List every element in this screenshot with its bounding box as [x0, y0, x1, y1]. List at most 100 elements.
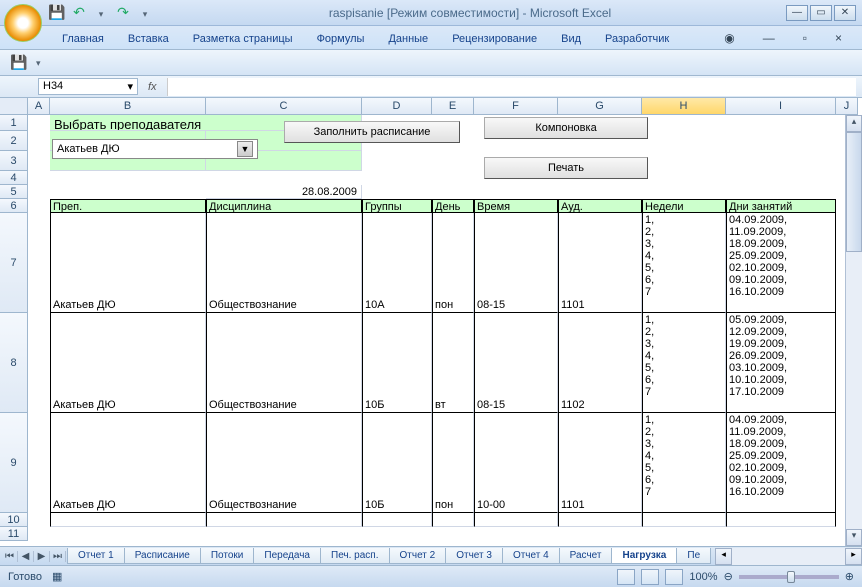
zoom-slider[interactable] — [739, 575, 839, 579]
row-header[interactable]: 7 — [0, 213, 28, 313]
save-icon[interactable] — [48, 4, 66, 22]
chevron-down-icon[interactable]: ▾ — [127, 80, 133, 93]
select-all-button[interactable] — [0, 98, 28, 115]
sheet-tab[interactable]: Отчет 1 — [67, 548, 125, 564]
cell[interactable] — [50, 513, 206, 527]
vertical-scrollbar[interactable]: ▴ ▾ — [845, 115, 862, 546]
cell[interactable]: Группы — [362, 199, 432, 213]
help-icon[interactable]: ◉ — [712, 27, 746, 49]
cell[interactable]: Обществознание — [206, 413, 362, 513]
sheet-tab[interactable]: Нагрузка — [611, 548, 677, 564]
tab-next-icon[interactable]: ▶ — [34, 551, 50, 562]
name-box[interactable]: H34 ▾ — [38, 78, 138, 95]
cell[interactable]: 04.09.2009, 11.09.2009, 18.09.2009, 25.0… — [726, 413, 836, 513]
sheet-tab[interactable]: Отчет 4 — [502, 548, 560, 564]
macro-icon[interactable]: ▦ — [52, 570, 62, 583]
formula-bar[interactable] — [167, 78, 856, 96]
worksheet-grid[interactable]: ABCDEFGHIJ 1234567891011 Выбрать препода… — [0, 98, 862, 546]
scroll-left-icon[interactable]: ◂ — [715, 548, 732, 565]
cell[interactable]: 1102 — [558, 313, 642, 413]
ribbon-tab[interactable]: Формулы — [305, 29, 377, 49]
row-header[interactable]: 11 — [0, 527, 28, 541]
page-break-view-icon[interactable] — [665, 569, 683, 585]
cell[interactable]: 10-00 — [474, 413, 558, 513]
ribbon-tab[interactable]: Главная — [50, 29, 116, 49]
cell[interactable]: День — [432, 199, 474, 213]
cell[interactable]: пон — [432, 213, 474, 313]
sheet-tab[interactable]: Пе — [676, 548, 711, 564]
column-header[interactable]: J — [836, 98, 858, 115]
cell[interactable]: вт — [432, 313, 474, 413]
undo-icon[interactable] — [70, 4, 88, 22]
layout-button[interactable]: Компоновка — [484, 117, 648, 139]
fill-schedule-button[interactable]: Заполнить расписание — [284, 121, 460, 143]
maximize-button[interactable]: ▭ — [810, 5, 832, 21]
cell[interactable]: Ауд. — [558, 199, 642, 213]
scroll-down-icon[interactable]: ▾ — [846, 529, 862, 546]
row-header[interactable]: 1 — [0, 115, 28, 131]
chevron-down-icon[interactable]: ▼ — [237, 141, 253, 157]
page-layout-view-icon[interactable] — [641, 569, 659, 585]
row-header[interactable]: 6 — [0, 199, 28, 213]
cell[interactable] — [726, 513, 836, 527]
cell[interactable]: 08-15 — [474, 313, 558, 413]
row-header[interactable]: 10 — [0, 513, 28, 527]
zoom-in-icon[interactable]: ⊕ — [845, 570, 854, 583]
cell[interactable]: Время — [474, 199, 558, 213]
close-doc-icon[interactable]: × — [823, 27, 854, 49]
column-header[interactable]: C — [206, 98, 362, 115]
cell[interactable]: Акатьев ДЮ — [50, 413, 206, 513]
column-header[interactable]: G — [558, 98, 642, 115]
cell[interactable]: 1, 2, 3, 4, 5, 6, 7 — [642, 413, 726, 513]
cell[interactable]: 28.08.2009 — [206, 185, 362, 199]
cell[interactable]: Преп. — [50, 199, 206, 213]
cell[interactable]: 04.09.2009, 11.09.2009, 18.09.2009, 25.0… — [726, 213, 836, 313]
sheet-tab[interactable]: Потоки — [200, 548, 255, 564]
fx-icon[interactable]: fx — [148, 81, 157, 93]
row-header[interactable]: 9 — [0, 413, 28, 513]
restore-win-icon[interactable]: ▫ — [791, 27, 819, 49]
sheet-tab[interactable]: Расписание — [124, 548, 201, 564]
cell[interactable]: 08-15 — [474, 213, 558, 313]
ribbon-tab[interactable]: Данные — [376, 29, 440, 49]
cell[interactable] — [558, 513, 642, 527]
column-header[interactable]: I — [726, 98, 836, 115]
tab-last-icon[interactable]: ⏭ — [50, 551, 66, 562]
close-button[interactable]: ✕ — [834, 5, 856, 21]
cell[interactable]: Недели — [642, 199, 726, 213]
row-header[interactable]: 8 — [0, 313, 28, 413]
scroll-right-icon[interactable]: ▸ — [845, 548, 862, 565]
tab-first-icon[interactable]: ⏮ — [2, 551, 18, 562]
column-header[interactable]: F — [474, 98, 558, 115]
cell[interactable]: 10Б — [362, 313, 432, 413]
row-header[interactable]: 5 — [0, 185, 28, 199]
column-header[interactable]: A — [28, 98, 50, 115]
cell[interactable] — [362, 513, 432, 527]
column-header[interactable]: B — [50, 98, 206, 115]
cell[interactable]: 10Б — [362, 413, 432, 513]
cell[interactable]: 1101 — [558, 213, 642, 313]
cell[interactable]: 10А — [362, 213, 432, 313]
column-header[interactable]: D — [362, 98, 432, 115]
ribbon-tab[interactable]: Рецензирование — [440, 29, 549, 49]
ribbon-tab[interactable]: Вставка — [116, 29, 181, 49]
teacher-combobox[interactable]: Акатьев ДЮ▼ — [52, 139, 258, 159]
redo-icon[interactable] — [114, 4, 132, 22]
cell[interactable]: Дисциплина — [206, 199, 362, 213]
ribbon-tab[interactable]: Вид — [549, 29, 593, 49]
sheet-tab[interactable]: Отчет 2 — [389, 548, 447, 564]
cell[interactable] — [206, 513, 362, 527]
tab-prev-icon[interactable]: ◀ — [18, 551, 34, 562]
cell[interactable] — [474, 513, 558, 527]
save-icon[interactable] — [8, 52, 30, 74]
minimize-button[interactable]: — — [786, 5, 808, 21]
cell[interactable]: 05.09.2009, 12.09.2009, 19.09.2009, 26.0… — [726, 313, 836, 413]
cell[interactable]: Обществознание — [206, 313, 362, 413]
ribbon-tab[interactable]: Разработчик — [593, 29, 681, 49]
chevron-down-icon[interactable] — [36, 57, 41, 69]
row-header[interactable]: 3 — [0, 151, 28, 171]
office-button[interactable] — [4, 4, 42, 42]
cell[interactable]: Дни занятий — [726, 199, 836, 213]
cell[interactable]: пон — [432, 413, 474, 513]
cell[interactable]: Акатьев ДЮ — [50, 213, 206, 313]
